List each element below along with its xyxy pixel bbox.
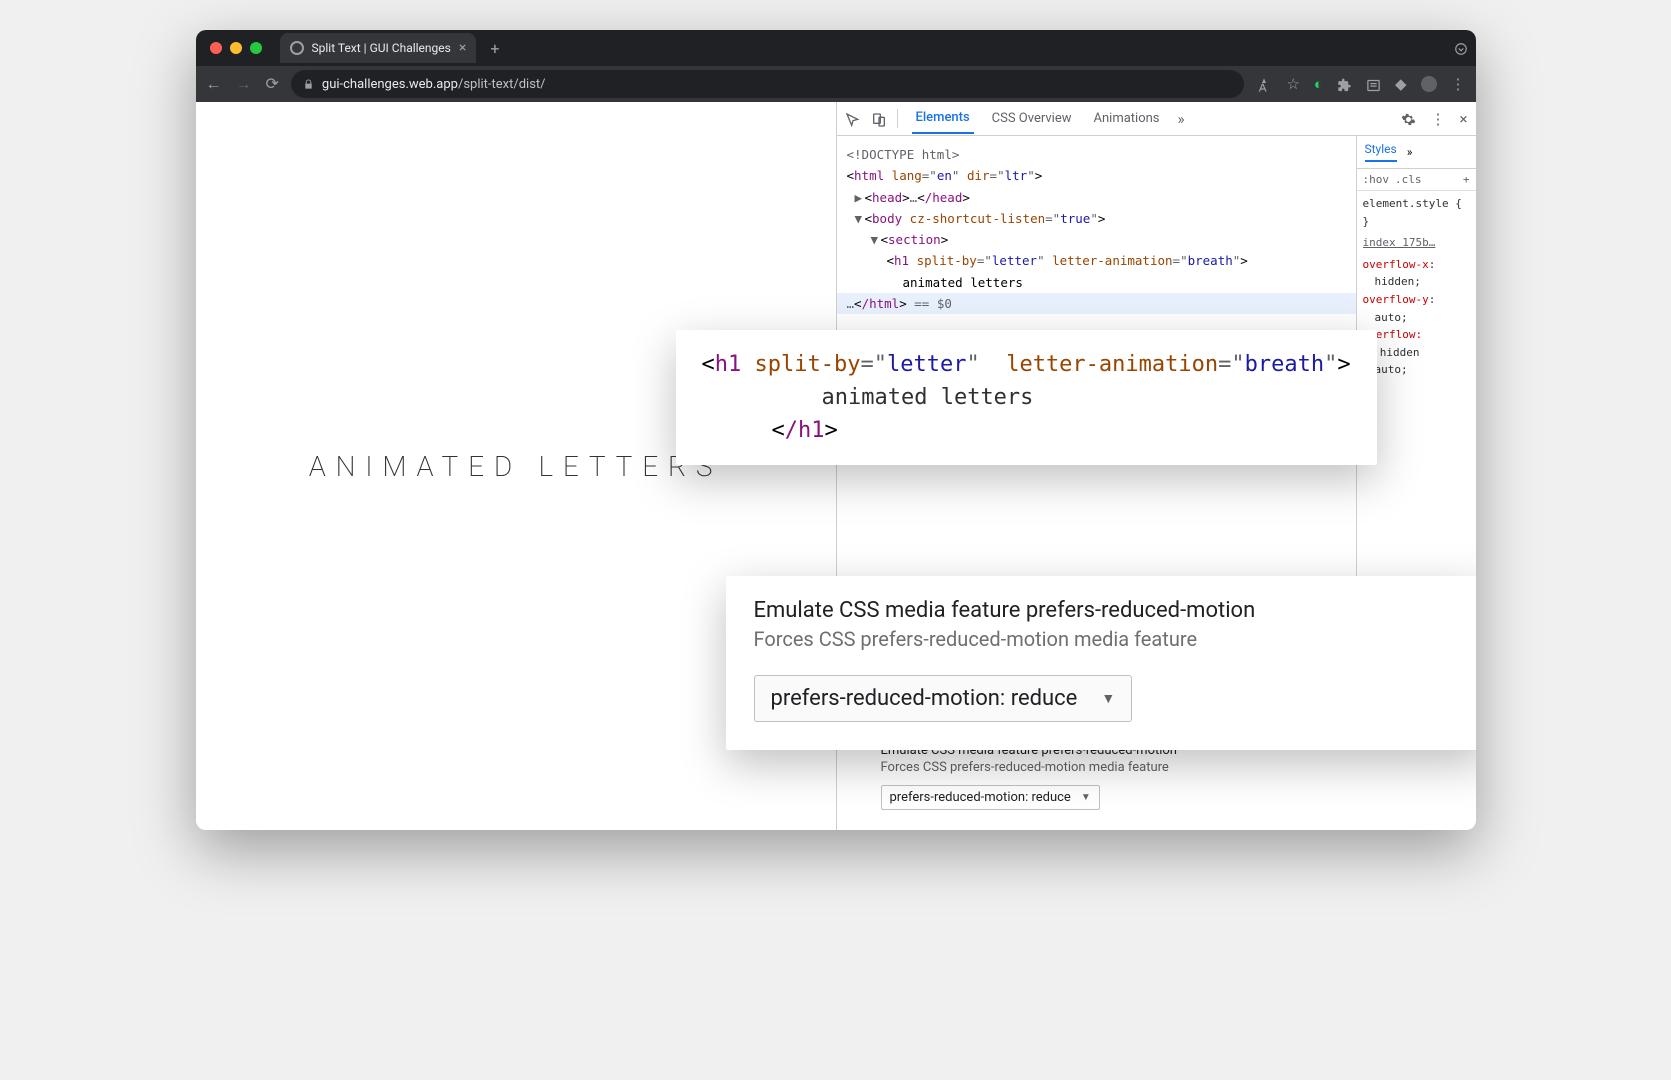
reading-list-icon[interactable] [1366, 75, 1381, 93]
style-val-3: ▸ hidden [1363, 344, 1470, 362]
close-window-icon[interactable] [210, 42, 222, 54]
chevron-down-icon: ▼ [1101, 690, 1115, 707]
dom-html-close-selected[interactable]: …</html> == $0 [837, 293, 1356, 314]
cls-toggle[interactable]: .cls [1395, 173, 1422, 186]
callout-code-close: </h1> [702, 414, 1351, 447]
dom-h1-text: animated letters [837, 272, 1356, 293]
dom-section[interactable]: ▼<section> [837, 229, 1356, 250]
reload-button[interactable]: ⟳ [266, 74, 279, 94]
callout-code-snippet: <h1 split-by="letter" letter-animation="… [676, 330, 1377, 465]
hov-toggle[interactable]: :hov [1363, 173, 1390, 186]
chrome-toolbar: ← → ⟳ gui-challenges.web.app/split-text/… [196, 66, 1476, 102]
style-val-1: hidden; [1363, 273, 1470, 291]
more-tabs-icon[interactable]: » [1178, 110, 1185, 128]
add-style-icon[interactable]: + [1463, 173, 1470, 186]
callout-code-text: animated letters [702, 381, 1351, 414]
nav-buttons: ← → ⟳ [206, 74, 279, 94]
lock-icon [303, 77, 314, 91]
styles-tab[interactable]: Styles [1365, 142, 1397, 162]
kebab-icon[interactable]: ⋮ [1430, 110, 1445, 128]
callout-rendering-title: Emulate CSS media feature prefers-reduce… [754, 598, 1458, 623]
profile-avatar[interactable] [1421, 76, 1437, 92]
dom-head[interactable]: ▶<head>…</head> [837, 187, 1356, 208]
dom-h1[interactable]: <h1 split-by="letter" letter-animation="… [837, 250, 1356, 271]
chevron-down-icon[interactable] [1454, 39, 1468, 58]
browser-window: Split Text | GUI Challenges × + ← → ⟳ gu… [196, 30, 1476, 830]
url-text: gui-challenges.web.app/split-text/dist/ [322, 77, 546, 92]
tab-favicon-icon [290, 41, 304, 55]
rendering-desc: Forces CSS prefers-reduced-motion media … [881, 760, 1432, 775]
extension-colorful-icon[interactable]: ◐ [1314, 75, 1323, 93]
minimize-window-icon[interactable] [230, 42, 242, 54]
extension-icons: ☆ ◐ ◆ ⋮ [1256, 75, 1465, 93]
rendering-select[interactable]: prefers-reduced-motion: reduce ▼ [881, 785, 1100, 810]
callout-rendering-setting: Emulate CSS media feature prefers-reduce… [726, 576, 1476, 750]
chrome-tab-strip: Split Text | GUI Challenges × + [196, 30, 1476, 66]
tab-animations[interactable]: Animations [1090, 104, 1164, 133]
kebab-menu-icon[interactable]: ⋮ [1451, 75, 1466, 93]
forward-button[interactable]: → [236, 74, 252, 94]
translate-icon[interactable] [1256, 75, 1272, 93]
dom-doctype: <!DOCTYPE html> [837, 144, 1356, 165]
style-val-2: auto; [1363, 309, 1470, 327]
rendering-select-value: prefers-reduced-motion: reduce [890, 790, 1071, 805]
hero-heading: ANIMATED LETTERS [309, 450, 722, 483]
element-style-open: element.style { [1363, 195, 1470, 213]
dom-html-open[interactable]: <html lang="en" dir="ltr"> [837, 165, 1356, 186]
more-styles-icon[interactable]: » [1407, 145, 1413, 159]
element-style-close: } [1363, 213, 1470, 231]
callout-code-line1: <h1 split-by="letter" letter-animation="… [702, 348, 1351, 381]
star-icon[interactable]: ☆ [1286, 75, 1299, 93]
style-source[interactable]: index 175b… [1363, 234, 1470, 252]
address-bar[interactable]: gui-challenges.web.app/split-text/dist/ [291, 70, 1245, 98]
back-button[interactable]: ← [206, 74, 222, 94]
style-rule-1: overflow-x: [1363, 256, 1470, 274]
chevron-down-icon: ▼ [1081, 792, 1091, 803]
maximize-window-icon[interactable] [250, 42, 262, 54]
callout-rendering-select-value: prefers-reduced-motion: reduce [771, 686, 1078, 711]
tab-css-overview[interactable]: CSS Overview [988, 104, 1076, 133]
window-controls [210, 42, 262, 54]
style-rule-2: overflow-y: [1363, 291, 1470, 309]
select-element-icon[interactable] [845, 109, 861, 127]
style-rule-3: overflow: [1363, 326, 1470, 344]
gear-icon[interactable] [1401, 110, 1416, 128]
callout-rendering-desc: Forces CSS prefers-reduced-motion media … [754, 627, 1458, 651]
extensions-puzzle-icon[interactable] [1337, 75, 1352, 93]
style-val-3b: auto; [1363, 361, 1470, 379]
tab-elements[interactable]: Elements [912, 103, 974, 134]
devtools-tabs: Elements CSS Overview Animations » ⋮ × [837, 102, 1476, 136]
browser-tab[interactable]: Split Text | GUI Challenges × [280, 33, 477, 63]
styles-filter-bar: :hov .cls + [1357, 169, 1476, 191]
new-tab-button[interactable]: + [484, 39, 505, 58]
tab-title: Split Text | GUI Challenges [312, 41, 451, 55]
tab-close-icon[interactable]: × [459, 41, 466, 55]
close-devtools-icon[interactable]: × [1459, 110, 1467, 128]
callout-rendering-select[interactable]: prefers-reduced-motion: reduce ▼ [754, 675, 1133, 722]
device-toggle-icon[interactable] [871, 109, 887, 127]
extension-gray-icon[interactable]: ◆ [1395, 75, 1407, 93]
styles-tabs: Styles » [1357, 136, 1476, 169]
dom-body[interactable]: ▼<body cz-shortcut-listen="true"> [837, 208, 1356, 229]
